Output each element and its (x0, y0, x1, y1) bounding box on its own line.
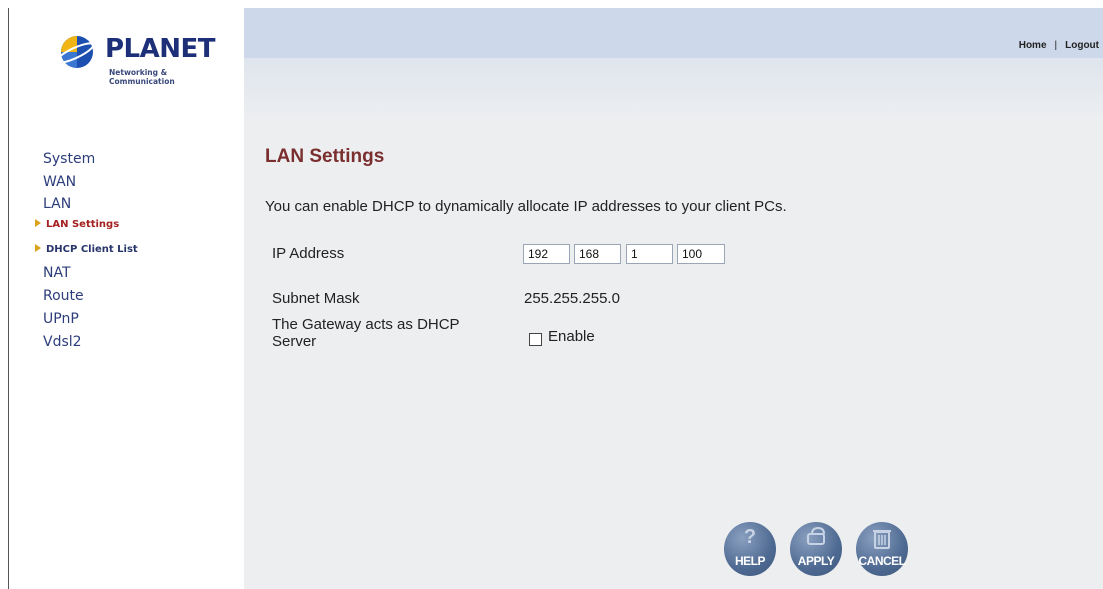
subnet-mask-label: Subnet Mask (272, 290, 360, 307)
sidebar-item-upnp[interactable]: UPnP (43, 308, 138, 331)
ip-octet-1-input[interactable] (523, 244, 570, 264)
cancel-button[interactable]: CANCEL (856, 522, 908, 576)
apply-glyph (807, 526, 825, 545)
logout-link[interactable]: Logout (1065, 40, 1099, 51)
dhcp-label-line1: The Gateway acts as DHCP (272, 316, 460, 333)
dhcp-enable-checkbox[interactable] (529, 333, 542, 346)
sidebar-item-system[interactable]: System (43, 148, 138, 171)
ip-octet-4-input[interactable] (677, 244, 725, 264)
sidebar-subitem-label: LAN Settings (46, 219, 120, 230)
cancel-icon (856, 526, 908, 556)
planet-globe-icon (55, 36, 95, 68)
planet-logo: PLANET Networking & Communication (53, 28, 223, 88)
home-link[interactable]: Home (1019, 40, 1047, 51)
main-content: Home | Logout LAN Settings You can enable … (244, 8, 1103, 589)
subnet-mask-value: 255.255.255.0 (524, 290, 620, 307)
sidebar-item-wan[interactable]: WAN (43, 171, 138, 194)
dhcp-label-line2: Server (272, 333, 317, 350)
cancel-button-label: CANCEL (858, 554, 907, 568)
sidebar-item-lan[interactable]: LAN (43, 194, 138, 214)
sidebar-nav: System WAN LAN LAN Settings DHCP Client … (35, 148, 138, 354)
page-description: You can enable DHCP to dynamically alloc… (265, 198, 787, 215)
trash-glyph (873, 530, 891, 549)
help-button[interactable]: ? HELP (724, 522, 776, 576)
sidebar-subitem-lan-settings[interactable]: LAN Settings (35, 214, 138, 235)
dhcp-enable-label: Enable (548, 328, 595, 345)
top-links: Home | Logout (1019, 40, 1099, 51)
sidebar-subitem-label: DHCP Client List (46, 244, 138, 255)
apply-button[interactable]: APPLY (790, 522, 842, 576)
triangle-bullet-icon (35, 219, 41, 227)
sidebar-item-route[interactable]: Route (43, 285, 138, 308)
help-icon: ? (743, 526, 757, 548)
ip-address-label: IP Address (272, 245, 345, 262)
link-separator: | (1054, 40, 1058, 51)
ip-octet-3-input[interactable] (626, 244, 673, 264)
help-button-label: HELP (734, 554, 766, 568)
logo-word: PLANET (105, 34, 216, 64)
apply-button-label: APPLY (797, 554, 835, 568)
triangle-bullet-icon (35, 244, 41, 252)
sidebar-item-nat[interactable]: NAT (43, 262, 138, 285)
dhcp-server-label: The Gateway acts as DHCP Server (272, 316, 460, 350)
page-title: LAN Settings (265, 146, 385, 167)
header-band (244, 58, 1103, 118)
sidebar-subitem-dhcp-client-list[interactable]: DHCP Client List (35, 239, 138, 260)
apply-icon (790, 526, 842, 554)
ip-octet-2-input[interactable] (574, 244, 621, 264)
top-bar: Home | Logout (244, 8, 1103, 58)
logo-tagline: Networking & Communication (109, 68, 175, 86)
sidebar: PLANET Networking & Communication System… (9, 8, 244, 589)
sidebar-item-vdsl2[interactable]: Vdsl2 (43, 331, 138, 354)
